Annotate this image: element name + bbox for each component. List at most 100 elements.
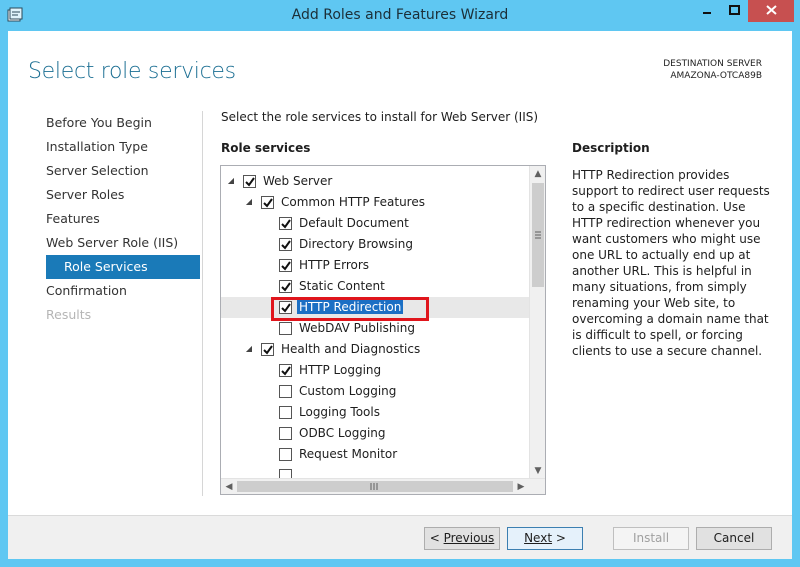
- tree-item-label: HTTP Errors: [299, 258, 370, 272]
- nav-item-server-selection[interactable]: Server Selection: [38, 159, 200, 183]
- tree-item-label: Common HTTP Features: [281, 195, 425, 209]
- tree-checkbox[interactable]: [243, 175, 256, 188]
- checkbox-check-icon: [281, 366, 291, 376]
- tree-item-label: ODBC Logging: [299, 426, 386, 440]
- tree-row[interactable]: Logging Tools: [221, 402, 530, 423]
- checkbox-check-icon: [281, 261, 291, 271]
- tree-checkbox[interactable]: [279, 217, 292, 230]
- scroll-grip-icon: [237, 481, 513, 494]
- tree-row[interactable]: Request Monitor: [221, 444, 530, 465]
- tree-row[interactable]: WebDAV Publishing: [221, 318, 530, 339]
- tree-checkbox[interactable]: [279, 280, 292, 293]
- tree-item-label: HTTP Logging: [299, 363, 382, 377]
- close-icon: [765, 4, 777, 18]
- maximize-icon: [728, 4, 740, 18]
- tree-row[interactable]: ◢ Common HTTP Features: [221, 192, 530, 213]
- tree-checkbox[interactable]: [261, 343, 274, 356]
- minimize-button[interactable]: [694, 0, 720, 22]
- destination-server: DESTINATION SERVER AMAZONA-OTCA89B: [663, 58, 762, 82]
- wizard-header: Select role services DESTINATION SERVER …: [8, 31, 792, 111]
- tree-row[interactable]: ◢ Web Server: [221, 171, 530, 192]
- title-bar[interactable]: Add Roles and Features Wizard: [0, 0, 800, 31]
- maximize-button[interactable]: [721, 0, 747, 22]
- nav-item-results: Results: [46, 307, 92, 322]
- tree-row[interactable]: HTTP Redirection: [221, 297, 530, 321]
- cancel-button[interactable]: Cancel: [696, 527, 772, 550]
- description-label: Description: [572, 141, 650, 155]
- scroll-corner: [529, 479, 545, 494]
- nav-item-features[interactable]: Features: [38, 207, 200, 231]
- minimize-icon: [702, 4, 712, 18]
- close-button[interactable]: [748, 0, 794, 22]
- nav-item-before-you-begin[interactable]: Before You Begin: [38, 111, 200, 135]
- checkbox-check-icon: [281, 282, 291, 292]
- tree-item-label: Health and Diagnostics: [281, 342, 421, 356]
- nav-item-confirmation[interactable]: Confirmation: [38, 279, 200, 303]
- tree-item-label: Static Content: [299, 279, 385, 293]
- wizard-footer: < Previous Next > Install Cancel: [8, 515, 792, 559]
- checkbox-check-icon: [281, 219, 291, 229]
- horizontal-scroll-thumb[interactable]: [237, 481, 513, 492]
- tree-checkbox[interactable]: [279, 427, 292, 440]
- tree-item-label: Directory Browsing: [299, 237, 413, 251]
- next-button-label: Next: [524, 531, 553, 545]
- tree-row[interactable]: ◢ Health and Diagnostics: [221, 339, 530, 360]
- checkbox-check-icon: [263, 198, 273, 208]
- page-title: Select role services: [28, 59, 236, 84]
- tree-item-label: Custom Logging: [299, 384, 397, 398]
- wizard-window: Add Roles and Features Wizard Select rol…: [0, 0, 800, 567]
- scroll-right-icon[interactable]: ▶: [513, 479, 529, 494]
- expand-arrow-icon[interactable]: ◢: [243, 343, 255, 355]
- vertical-scrollbar[interactable]: ▲ ▼: [529, 166, 545, 479]
- install-button: Install: [613, 527, 689, 550]
- checkbox-check-icon: [245, 177, 255, 187]
- tree-item-label: WebDAV Publishing: [299, 321, 415, 335]
- nav-item-web-server-role[interactable]: Web Server Role (IIS): [38, 231, 200, 255]
- tree-row[interactable]: Directory Browsing: [221, 234, 530, 255]
- tree-checkbox[interactable]: [279, 448, 292, 461]
- tree-row[interactable]: Default Document: [221, 213, 530, 234]
- nav-divider: [202, 111, 203, 496]
- wizard-nav: Before You Begin Installation Type Serve…: [38, 111, 200, 327]
- scroll-up-icon[interactable]: ▲: [530, 166, 545, 182]
- next-button[interactable]: Next >: [507, 527, 583, 550]
- intro-text: Select the role services to install for …: [221, 110, 539, 124]
- window-title: Add Roles and Features Wizard: [291, 7, 509, 23]
- checkbox-check-icon: [263, 345, 273, 355]
- tree-item-label: Web Server: [263, 174, 333, 188]
- tree-item-label: Logging Tools: [299, 405, 380, 419]
- horizontal-scrollbar[interactable]: ◀ ▶: [221, 478, 545, 494]
- scroll-left-icon[interactable]: ◀: [221, 479, 237, 494]
- previous-button-label: Previous: [443, 531, 495, 545]
- role-services-label: Role services: [221, 141, 311, 155]
- tree-checkbox[interactable]: [279, 364, 292, 377]
- expand-arrow-icon[interactable]: ◢: [225, 175, 237, 187]
- tree-checkbox[interactable]: [279, 238, 292, 251]
- scroll-grip-icon: [532, 231, 544, 290]
- tree-row[interactable]: ODBC Logging: [221, 423, 530, 444]
- description-text: HTTP Redirection provides support to red…: [572, 168, 770, 358]
- tree-row[interactable]: Static Content: [221, 276, 530, 297]
- role-services-tree[interactable]: ◢ Web Server ◢ Common HTTP Features Default …: [220, 165, 546, 495]
- tree-row[interactable]: HTTP Errors: [221, 255, 530, 276]
- tree-row[interactable]: HTTP Logging: [221, 360, 530, 381]
- tree-checkbox[interactable]: [279, 385, 292, 398]
- tree-row[interactable]: Custom Logging: [221, 381, 530, 402]
- tree-checkbox[interactable]: [279, 406, 292, 419]
- tree-checkbox[interactable]: [279, 259, 292, 272]
- tree-item-label: Default Document: [299, 216, 409, 230]
- nav-item-server-roles[interactable]: Server Roles: [38, 183, 200, 207]
- vertical-scroll-thumb[interactable]: [532, 183, 544, 287]
- tree-checkbox[interactable]: [279, 322, 292, 335]
- destination-server-name: AMAZONA-OTCA89B: [670, 71, 762, 81]
- tree-item-label: Request Monitor: [299, 447, 398, 461]
- destination-label: DESTINATION SERVER: [663, 59, 762, 69]
- scroll-down-icon[interactable]: ▼: [530, 463, 545, 479]
- nav-item-installation-type[interactable]: Installation Type: [38, 135, 200, 159]
- tree-checkbox[interactable]: [261, 196, 274, 209]
- checkbox-check-icon: [281, 240, 291, 250]
- wizard-client-area: Select role services DESTINATION SERVER …: [8, 31, 792, 559]
- expand-arrow-icon[interactable]: ◢: [243, 196, 255, 208]
- previous-button[interactable]: < Previous: [424, 527, 500, 550]
- nav-item-role-services[interactable]: Role Services: [46, 255, 200, 279]
